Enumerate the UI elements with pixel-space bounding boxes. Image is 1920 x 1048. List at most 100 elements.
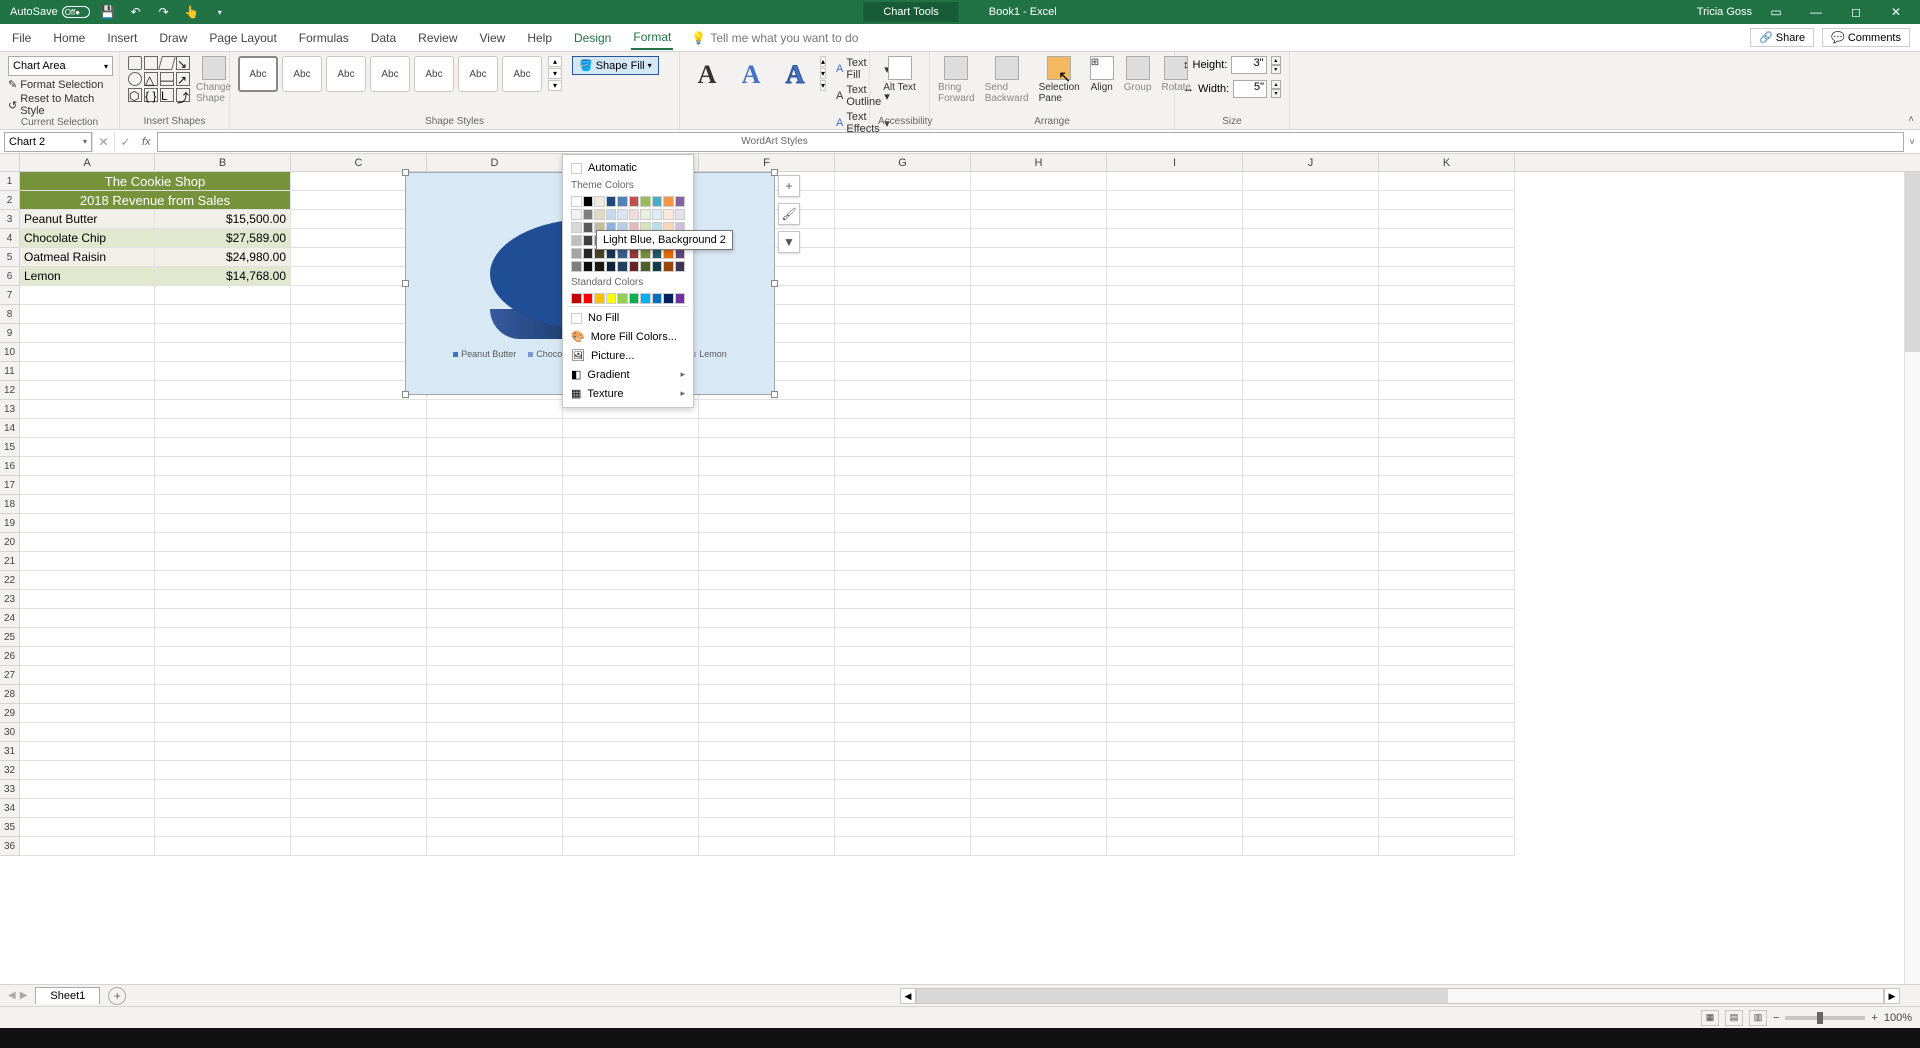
- cell[interactable]: [971, 457, 1107, 476]
- cell[interactable]: [291, 438, 427, 457]
- resize-handle[interactable]: [771, 169, 778, 176]
- cell[interactable]: [563, 818, 699, 837]
- cell[interactable]: [1107, 761, 1243, 780]
- cell[interactable]: [1379, 286, 1515, 305]
- cell[interactable]: [971, 400, 1107, 419]
- cell[interactable]: [1243, 324, 1379, 343]
- cell[interactable]: [1379, 704, 1515, 723]
- cell[interactable]: [20, 438, 155, 457]
- row-header[interactable]: 12: [0, 381, 20, 400]
- cell[interactable]: [1243, 552, 1379, 571]
- cell[interactable]: [699, 723, 835, 742]
- col-header-D[interactable]: D: [427, 154, 563, 171]
- cell[interactable]: [971, 514, 1107, 533]
- row-header[interactable]: 32: [0, 761, 20, 780]
- cell[interactable]: [1107, 742, 1243, 761]
- color-swatch[interactable]: [640, 293, 651, 304]
- cell[interactable]: [699, 419, 835, 438]
- row-header[interactable]: 21: [0, 552, 20, 571]
- cell[interactable]: [155, 628, 291, 647]
- cell[interactable]: [291, 837, 427, 856]
- cell[interactable]: [427, 704, 563, 723]
- cell[interactable]: [1243, 381, 1379, 400]
- row-header[interactable]: 23: [0, 590, 20, 609]
- color-swatch[interactable]: [571, 261, 582, 272]
- row-header[interactable]: 13: [0, 400, 20, 419]
- row-header[interactable]: 31: [0, 742, 20, 761]
- cell[interactable]: [1107, 229, 1243, 248]
- tab-review[interactable]: Review: [416, 27, 459, 49]
- cell[interactable]: [563, 438, 699, 457]
- col-header-J[interactable]: J: [1243, 154, 1379, 171]
- row-header[interactable]: 33: [0, 780, 20, 799]
- cell[interactable]: [971, 533, 1107, 552]
- cell[interactable]: [971, 495, 1107, 514]
- cell[interactable]: [1243, 609, 1379, 628]
- cell[interactable]: [835, 324, 971, 343]
- cell[interactable]: [291, 552, 427, 571]
- cell[interactable]: [563, 514, 699, 533]
- cell[interactable]: [1107, 723, 1243, 742]
- cell[interactable]: [20, 362, 155, 381]
- cell[interactable]: [1243, 837, 1379, 856]
- cell[interactable]: [971, 343, 1107, 362]
- cell[interactable]: [427, 628, 563, 647]
- item-value-cell[interactable]: $24,980.00: [155, 248, 291, 267]
- cell[interactable]: [1243, 704, 1379, 723]
- row-header[interactable]: 6: [0, 267, 20, 286]
- cell[interactable]: [971, 571, 1107, 590]
- redo-icon[interactable]: ↷: [154, 2, 174, 22]
- tab-data[interactable]: Data: [369, 27, 398, 49]
- vertical-scrollbar[interactable]: [1904, 172, 1920, 984]
- cell[interactable]: [427, 419, 563, 438]
- cell[interactable]: [1243, 666, 1379, 685]
- cell[interactable]: [1243, 172, 1379, 191]
- cell[interactable]: [1243, 191, 1379, 210]
- cell[interactable]: [1243, 647, 1379, 666]
- cell[interactable]: [291, 723, 427, 742]
- zoom-slider[interactable]: [1785, 1016, 1865, 1020]
- color-swatch[interactable]: [629, 196, 640, 207]
- cell[interactable]: [971, 248, 1107, 267]
- cell[interactable]: [1107, 324, 1243, 343]
- cell[interactable]: [291, 419, 427, 438]
- cell[interactable]: [971, 590, 1107, 609]
- cell[interactable]: [155, 381, 291, 400]
- row-header[interactable]: 29: [0, 704, 20, 723]
- cell[interactable]: [1379, 628, 1515, 647]
- cell[interactable]: [1243, 495, 1379, 514]
- color-swatch[interactable]: [617, 196, 628, 207]
- row-header[interactable]: 25: [0, 628, 20, 647]
- zoom-thumb[interactable]: [1817, 1012, 1823, 1024]
- chart-filters-button[interactable]: ▼: [778, 231, 800, 253]
- cell[interactable]: [291, 685, 427, 704]
- color-swatch[interactable]: [675, 209, 686, 220]
- add-sheet-button[interactable]: +: [108, 987, 126, 1005]
- cell[interactable]: [835, 210, 971, 229]
- select-all-button[interactable]: [0, 154, 20, 171]
- cell[interactable]: [291, 628, 427, 647]
- color-swatch[interactable]: [652, 293, 663, 304]
- cell[interactable]: [155, 571, 291, 590]
- cell[interactable]: [835, 286, 971, 305]
- cell[interactable]: [291, 457, 427, 476]
- table-title[interactable]: The Cookie Shop: [20, 172, 291, 191]
- cell[interactable]: [699, 533, 835, 552]
- cell[interactable]: [971, 362, 1107, 381]
- color-swatch[interactable]: [571, 222, 582, 233]
- cell[interactable]: [155, 533, 291, 552]
- cell[interactable]: [1379, 381, 1515, 400]
- width-up[interactable]: ▴: [1271, 80, 1281, 89]
- cell[interactable]: [20, 457, 155, 476]
- color-swatch[interactable]: [571, 248, 582, 259]
- expand-formula-bar-icon[interactable]: ˅: [1904, 137, 1920, 147]
- cell[interactable]: [699, 609, 835, 628]
- cancel-formula-icon[interactable]: ✕: [92, 132, 114, 152]
- cell[interactable]: [835, 723, 971, 742]
- resize-handle[interactable]: [402, 280, 409, 287]
- cell[interactable]: [20, 780, 155, 799]
- resize-handle[interactable]: [402, 391, 409, 398]
- color-swatch[interactable]: [640, 196, 651, 207]
- cell[interactable]: [699, 742, 835, 761]
- cell[interactable]: [1243, 438, 1379, 457]
